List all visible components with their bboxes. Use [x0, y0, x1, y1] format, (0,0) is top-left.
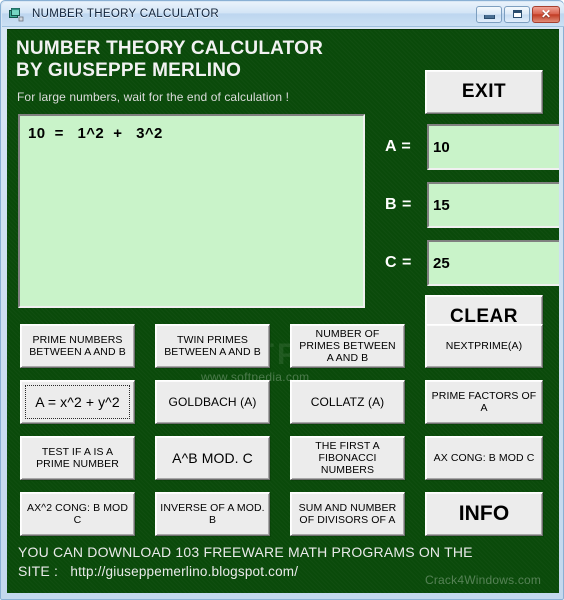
exit-button-label: EXIT	[461, 81, 507, 102]
result-output-text: 10 = 1^2 + 3^2	[28, 125, 163, 142]
ax-cong-b-mod-c-button[interactable]: AX CONG: B MOD C	[425, 436, 543, 480]
ax2-cong-b-mod-c-button[interactable]: AX^2 CONG: B MOD C	[20, 492, 135, 536]
info-button-label: INFO	[458, 502, 510, 525]
a-pow-b-mod-c-button-label: A^B MOD. C	[172, 450, 253, 466]
field-row-a: A =	[385, 123, 559, 171]
label-b: B =	[385, 196, 412, 213]
page-title: NUMBER THEORY CALCULATOR BY GIUSEPPE MER…	[16, 38, 416, 82]
collatz-a-button-label: COLLATZ (A)	[310, 395, 385, 409]
sum-and-number-of-divisors-of-a-button[interactable]: SUM AND NUMBER OF DIVISORS OF A	[290, 492, 405, 536]
label-c: C =	[385, 254, 412, 271]
prime-numbers-between-a-and-b-button-label: PRIME NUMBERS BETWEEN A AND B	[29, 334, 126, 358]
prime-factors-of-a-button-label: PRIME FACTORS OF A	[431, 390, 537, 414]
collatz-a-button[interactable]: COLLATZ (A)	[290, 380, 405, 424]
footer-site-prefix: SITE :	[18, 563, 71, 579]
goldbach-a-button[interactable]: GOLDBACH (A)	[155, 380, 270, 424]
sum-of-two-squares-button[interactable]: A = x^2 + y^2	[20, 380, 135, 424]
field-row-b: B =	[385, 181, 559, 229]
input-c[interactable]	[427, 240, 559, 286]
field-row-c: C =	[385, 239, 559, 287]
nextprime-a-button-label: NEXTPRIME(A)	[445, 340, 523, 352]
close-icon: ✕	[540, 7, 552, 21]
first-a-fibonacci-numbers-button[interactable]: THE FIRST A FIBONACCI NUMBERS	[290, 436, 405, 480]
twin-primes-between-a-and-b-button[interactable]: TWIN PRIMES BETWEEN A AND B	[155, 324, 270, 368]
window-controls: ✕	[476, 5, 560, 23]
a-pow-b-mod-c-button[interactable]: A^B MOD. C	[155, 436, 270, 480]
page-title-line2: BY GIUSEPPE MERLINO	[16, 60, 242, 81]
sum-of-two-squares-button-label: A = x^2 + y^2	[35, 394, 120, 410]
minimize-button[interactable]	[476, 5, 502, 23]
application-window: NUMBER THEORY CALCULATOR ✕ NUMBER THEORY…	[0, 0, 564, 600]
number-of-primes-between-a-and-b-button[interactable]: NUMBER OF PRIMES BETWEEN A AND B	[290, 324, 405, 368]
result-output-box[interactable]: 10 = 1^2 + 3^2	[18, 114, 365, 308]
close-button[interactable]: ✕	[532, 5, 560, 23]
prime-factors-of-a-button[interactable]: PRIME FACTORS OF A	[425, 380, 543, 424]
inverse-of-a-mod-b-button-label: INVERSE OF A MOD. B	[160, 502, 265, 526]
exit-button[interactable]: EXIT	[425, 70, 543, 114]
ax2-cong-b-mod-c-button-label: AX^2 CONG: B MOD C	[26, 502, 129, 526]
test-if-a-is-a-prime-number-button-label: TEST IF A IS A PRIME NUMBER	[36, 446, 119, 470]
input-b[interactable]	[427, 182, 559, 228]
maximize-button[interactable]	[504, 5, 530, 23]
footer-url[interactable]: http://giuseppemerlino.blogspot.com/	[70, 564, 298, 579]
sum-and-number-of-divisors-of-a-button-label: SUM AND NUMBER OF DIVISORS OF A	[298, 502, 397, 526]
info-button[interactable]: INFO	[425, 492, 543, 536]
input-a[interactable]	[427, 124, 559, 170]
maximize-icon	[512, 10, 522, 18]
minimize-icon	[483, 14, 495, 19]
footer-line2: SITE : http://giuseppemerlino.blogspot.c…	[18, 562, 548, 581]
vb-form-icon	[8, 7, 24, 22]
page-title-line1: NUMBER THEORY CALCULATOR	[16, 38, 324, 59]
inverse-of-a-mod-b-button[interactable]: INVERSE OF A MOD. B	[155, 492, 270, 536]
form-client-area: NUMBER THEORY CALCULATOR BY GIUSEPPE MER…	[7, 29, 559, 593]
title-bar[interactable]: NUMBER THEORY CALCULATOR ✕	[2, 2, 564, 27]
goldbach-a-button-label: GOLDBACH (A)	[168, 395, 257, 409]
test-if-a-is-a-prime-number-button[interactable]: TEST IF A IS A PRIME NUMBER	[20, 436, 135, 480]
first-a-fibonacci-numbers-button-label: THE FIRST A FIBONACCI NUMBERS	[315, 440, 380, 476]
label-a: A =	[385, 138, 412, 155]
footer-text: YOU CAN DOWNLOAD 103 FREEWARE MATH PROGR…	[18, 543, 548, 581]
window-title: NUMBER THEORY CALCULATOR	[32, 8, 219, 20]
ax-cong-b-mod-c-button-label: AX CONG: B MOD C	[433, 452, 535, 464]
footer-line1: YOU CAN DOWNLOAD 103 FREEWARE MATH PROGR…	[18, 544, 473, 560]
prime-numbers-between-a-and-b-button[interactable]: PRIME NUMBERS BETWEEN A AND B	[20, 324, 135, 368]
number-of-primes-between-a-and-b-button-label: NUMBER OF PRIMES BETWEEN A AND B	[299, 328, 396, 364]
calculation-hint: For large numbers, wait for the end of c…	[17, 90, 290, 104]
twin-primes-between-a-and-b-button-label: TWIN PRIMES BETWEEN A AND B	[164, 334, 261, 358]
nextprime-a-button[interactable]: NEXTPRIME(A)	[425, 324, 543, 368]
